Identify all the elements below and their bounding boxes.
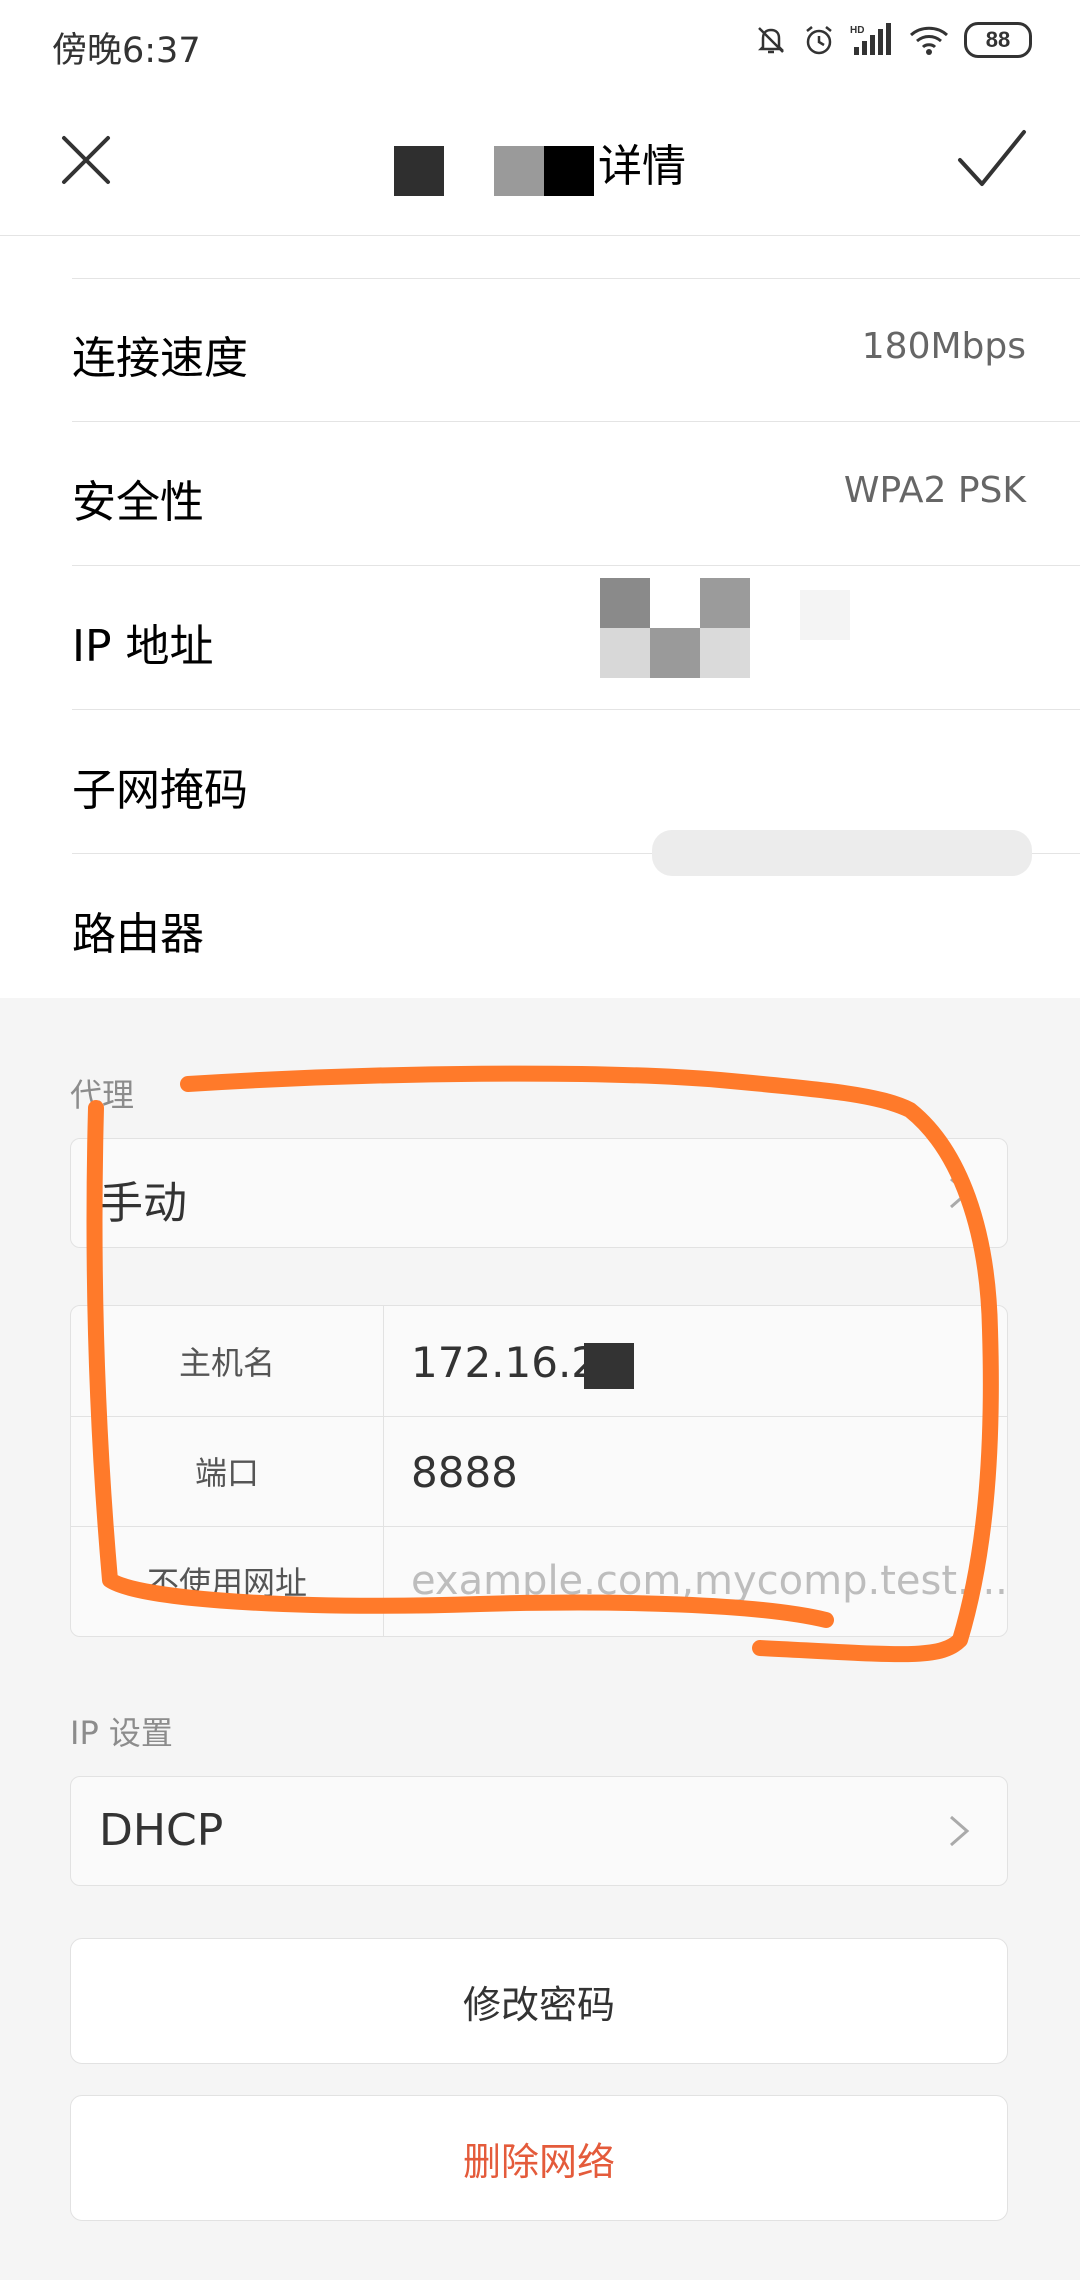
network-info-list: 连接速度 180Mbps 安全性 WPA2 PSK IP 地址 子网掩码 路由器 <box>0 236 1080 998</box>
info-row-speed: 连接速度 180Mbps <box>72 278 1080 422</box>
check-icon[interactable] <box>956 126 1028 192</box>
ip-settings-value: DHCP <box>99 1805 224 1856</box>
title-text: 详情 <box>598 141 686 192</box>
info-label: 子网掩码 <box>72 765 248 816</box>
mute-bell-icon <box>757 27 785 54</box>
proxy-settings-table: 主机名 172.16.2 端口 8888 不使用网址 example.com,m… <box>70 1305 1008 1637</box>
chevron-right-icon <box>950 1815 970 1847</box>
status-bar: 傍晚6:37 HD 88 <box>0 0 1080 90</box>
hostname-value: 172.16.2 <box>411 1338 599 1387</box>
proxy-row-port: 端口 8888 <box>71 1416 1007 1527</box>
wifi-icon <box>909 26 949 55</box>
proxy-key: 主机名 <box>71 1306 384 1416</box>
proxy-mode-select[interactable]: 手动 <box>70 1138 1008 1248</box>
hostname-input[interactable]: 172.16.2 <box>411 1338 635 1389</box>
info-row-top-spacer <box>72 236 1080 279</box>
hd-signal-icon: HD <box>850 23 891 55</box>
proxy-mode-value: 手动 <box>99 1178 187 1229</box>
svg-text:HD: HD <box>850 25 864 36</box>
info-row-subnet: 子网掩码 <box>72 710 1080 876</box>
info-value: WPA2 PSK <box>843 470 1026 511</box>
info-label: 安全性 <box>72 477 204 528</box>
alarm-icon <box>806 26 832 55</box>
info-row-ip-address: IP 地址 <box>72 566 1080 710</box>
battery-icon: 88 <box>964 22 1032 58</box>
ip-redaction <box>600 578 850 678</box>
port-input[interactable]: 8888 <box>411 1448 518 1497</box>
header-bar: 详情 <box>0 90 1080 236</box>
proxy-key: 不使用网址 <box>71 1526 384 1636</box>
proxy-row-bypass: 不使用网址 example.com,mycomp.test.... <box>71 1526 1007 1636</box>
ip-settings-section-label: IP 设置 <box>70 1714 173 1752</box>
delete-network-button[interactable]: 删除网络 <box>70 2095 1008 2221</box>
proxy-section-label: 代理 <box>70 1076 135 1114</box>
status-icons: HD 88 <box>754 22 1032 58</box>
status-time: 傍晚6:37 <box>52 31 201 71</box>
info-label: 连接速度 <box>72 333 248 384</box>
info-label: 路由器 <box>72 909 204 960</box>
title-redaction <box>394 143 594 196</box>
info-value: 180Mbps <box>861 326 1026 367</box>
info-row-router: 路由器 <box>72 854 1080 997</box>
hostname-redaction <box>584 1342 635 1389</box>
info-label: IP 地址 <box>72 621 214 672</box>
page-title: 详情 <box>0 130 1080 196</box>
info-row-security: 安全性 WPA2 PSK <box>72 422 1080 566</box>
ip-settings-select[interactable]: DHCP <box>70 1776 1008 1886</box>
change-password-button[interactable]: 修改密码 <box>70 1938 1008 2064</box>
chevron-right-icon <box>950 1177 970 1209</box>
proxy-row-hostname: 主机名 172.16.2 <box>71 1306 1007 1417</box>
proxy-key: 端口 <box>71 1416 384 1526</box>
bypass-input[interactable]: example.com,mycomp.test.... <box>411 1558 1007 1604</box>
